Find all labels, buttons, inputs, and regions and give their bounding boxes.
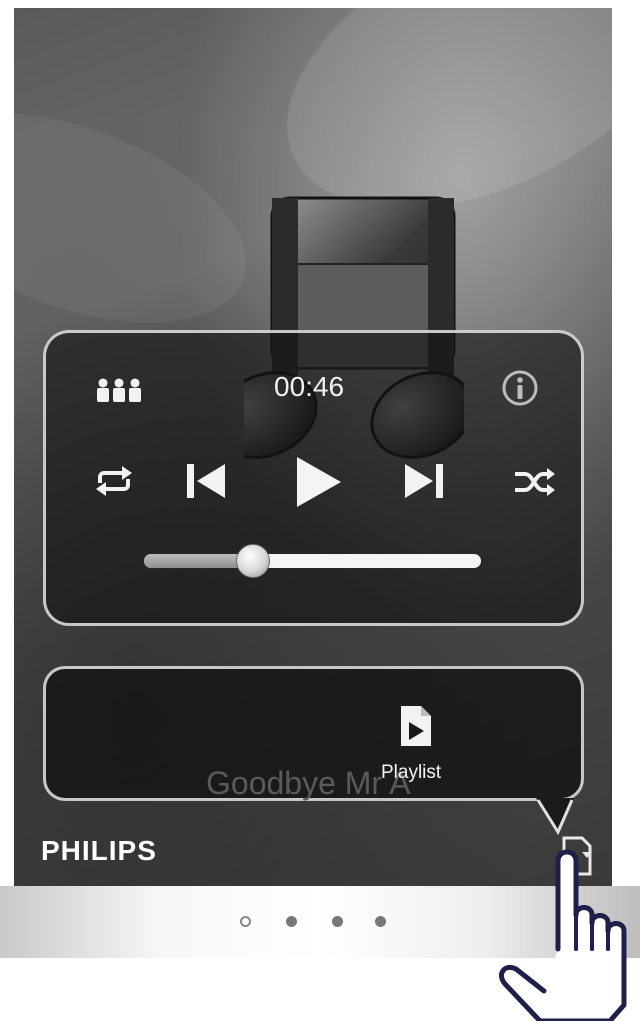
- playback-control-panel: 00:46: [43, 330, 584, 626]
- elapsed-time: 00:46: [274, 371, 345, 402]
- panel-pointer: [536, 798, 574, 836]
- play-icon[interactable]: [293, 455, 343, 509]
- playlist-label: Playlist: [381, 762, 442, 783]
- now-playing-panel: Goodbye Mr A Playlist: [43, 666, 584, 801]
- player-screen: 00:46 Goodbye Mr A Playlist PHILIPS: [14, 8, 612, 886]
- background-streak: [14, 71, 274, 365]
- seek-bar[interactable]: [144, 554, 481, 568]
- repeat-icon[interactable]: [92, 465, 136, 497]
- playlist-icon: [401, 706, 431, 746]
- next-track-icon[interactable]: [403, 461, 445, 501]
- page-dot[interactable]: [240, 916, 251, 927]
- playlist-button[interactable]: Playlist: [361, 704, 471, 784]
- shuffle-icon[interactable]: [513, 467, 555, 497]
- artists-icon[interactable]: [96, 377, 142, 403]
- brand-logo: PHILIPS: [41, 835, 157, 866]
- previous-track-icon[interactable]: [185, 461, 227, 501]
- info-icon[interactable]: [501, 369, 539, 407]
- tap-hand-icon: [499, 849, 627, 1021]
- page-dot[interactable]: [375, 916, 386, 927]
- page-dot[interactable]: [286, 916, 297, 927]
- page-dot[interactable]: [332, 916, 343, 927]
- seek-thumb[interactable]: [235, 544, 270, 578]
